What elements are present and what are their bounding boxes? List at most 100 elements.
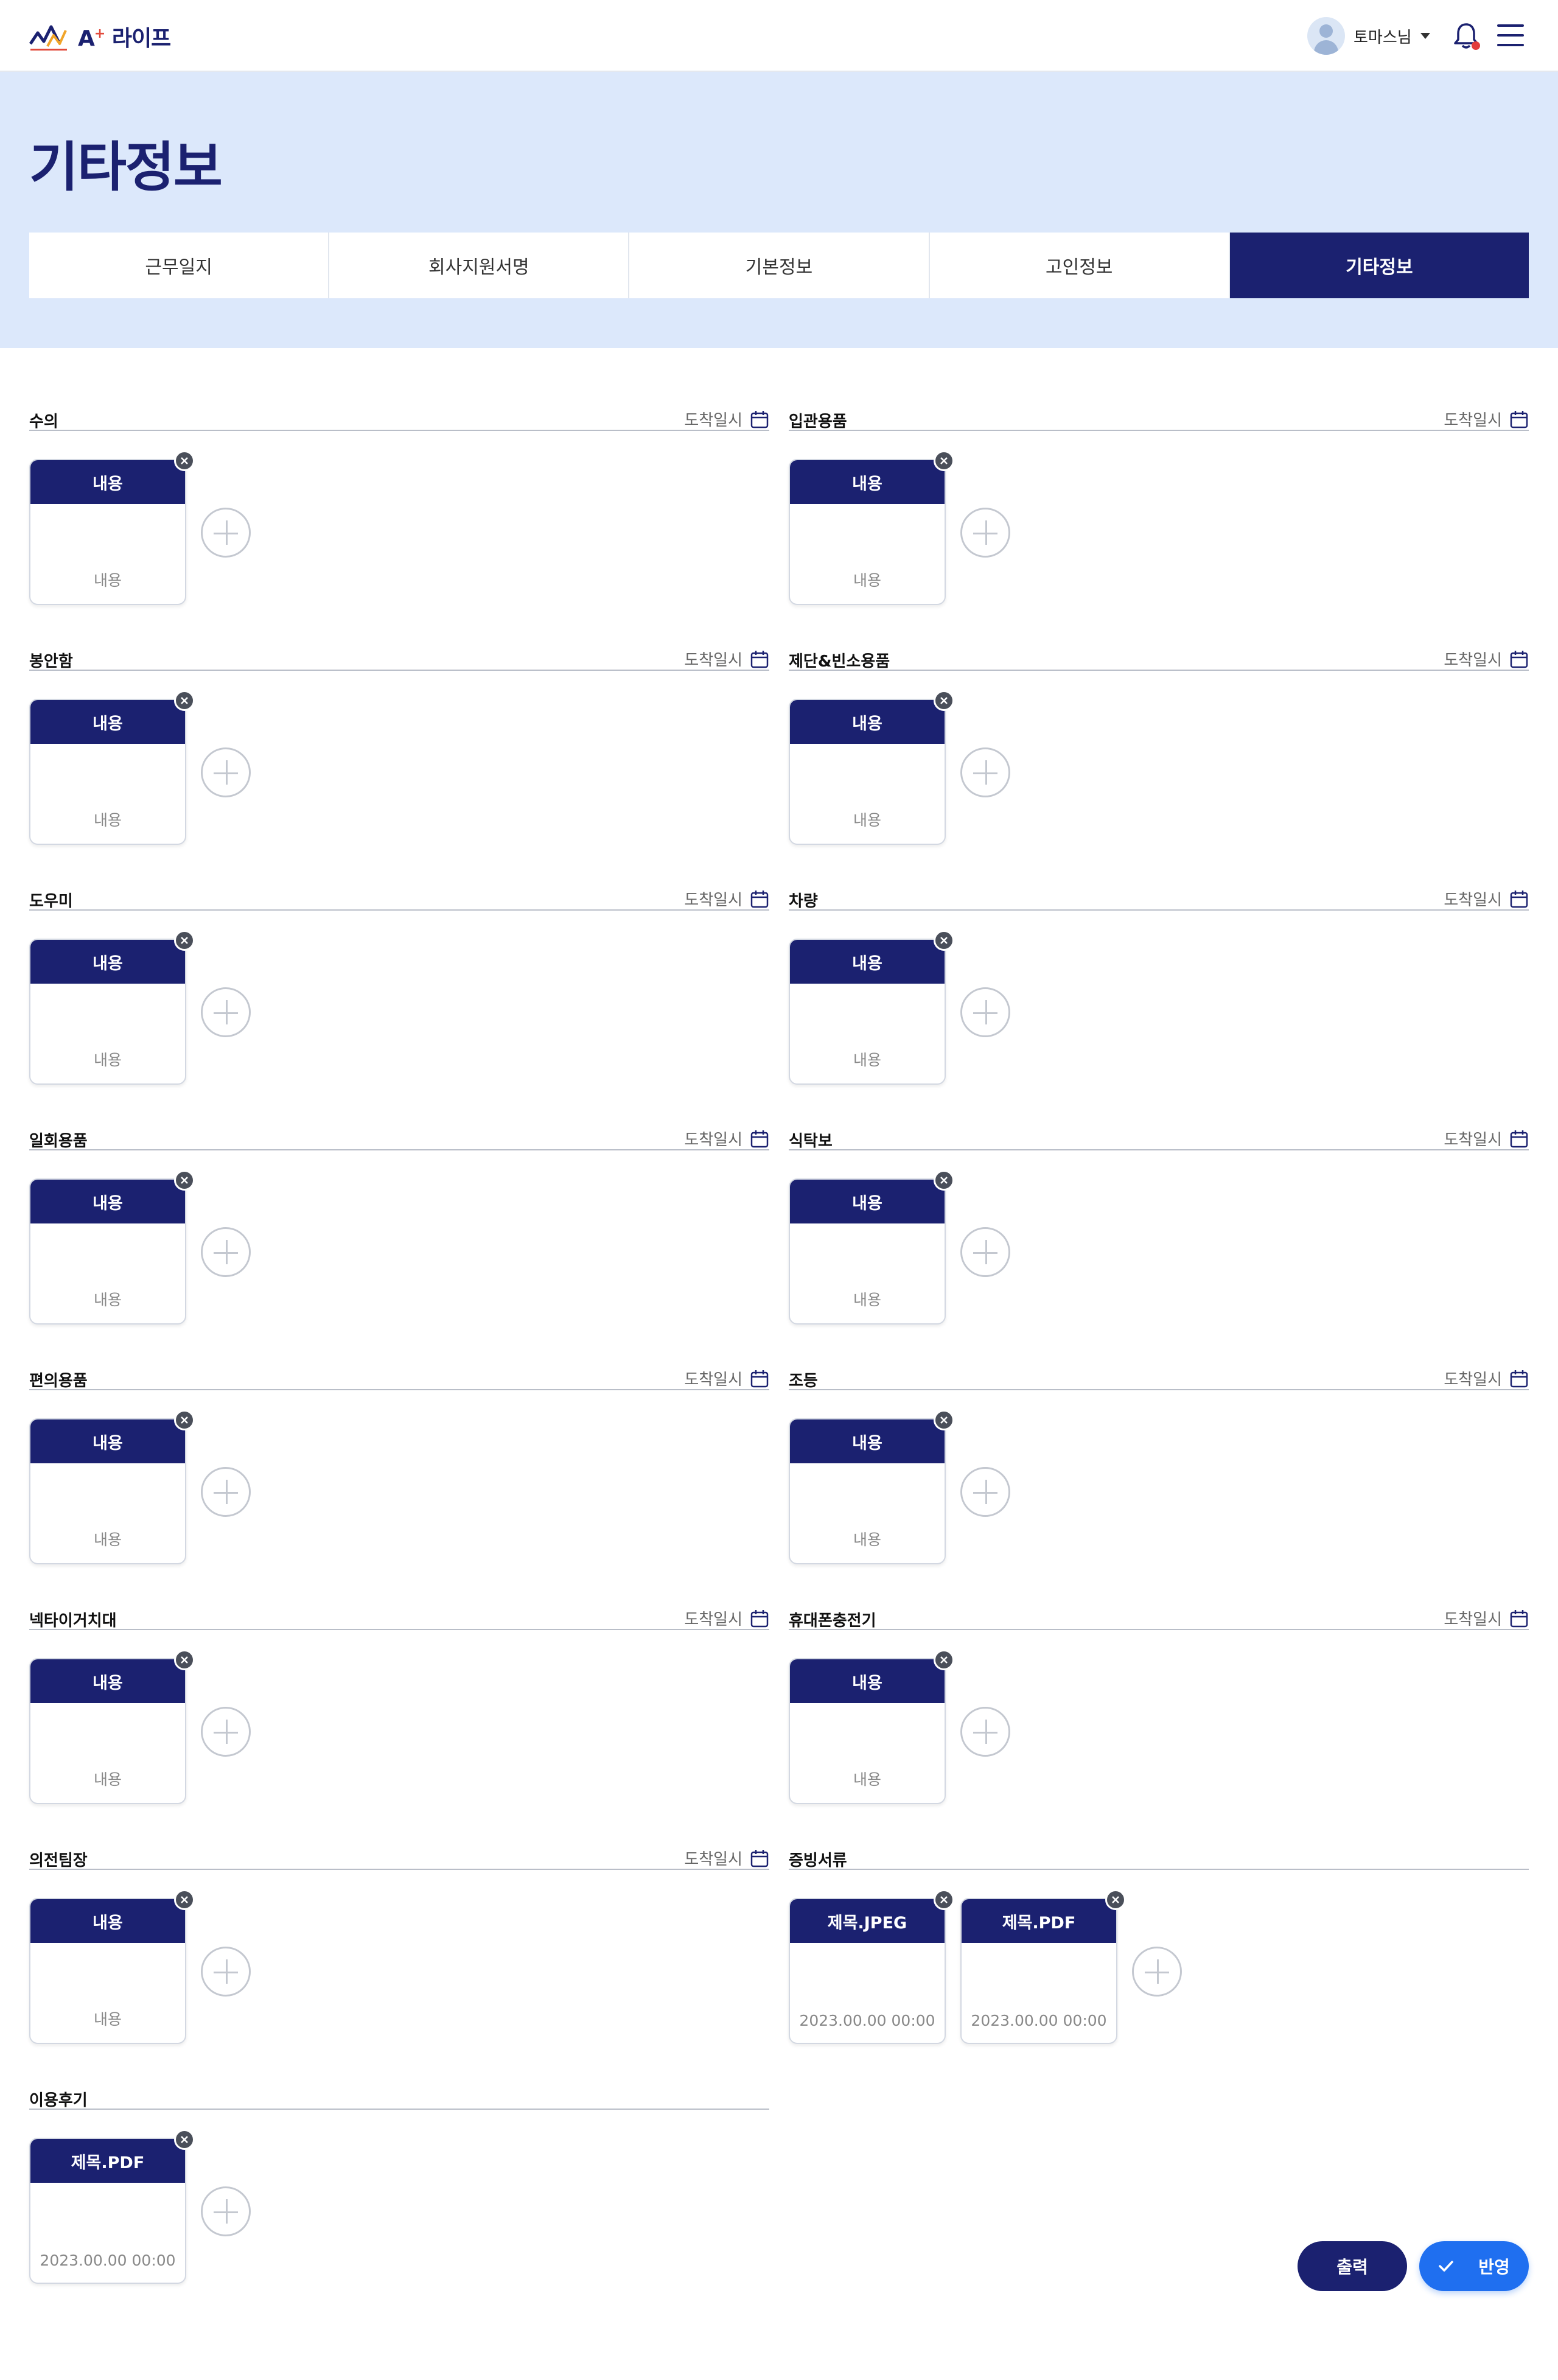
page-hero: 기타정보 근무일지 회사지원서명 기본정보 고인정보 기타정보 — [0, 72, 1558, 348]
arrival-date-picker[interactable]: 도착일시 — [684, 887, 769, 910]
close-icon — [181, 457, 188, 464]
arrival-date-picker[interactable]: 도착일시 — [1444, 1127, 1529, 1150]
apply-button[interactable]: 반영 — [1419, 2241, 1529, 2291]
add-item-button[interactable] — [201, 1947, 251, 1997]
section-title: 식탁보 — [789, 1132, 833, 1150]
item-card[interactable]: 내용 내용 — [29, 1170, 195, 1325]
arrival-date-picker[interactable]: 도착일시 — [684, 648, 769, 670]
arrival-date-picker[interactable]: 도착일시 — [1444, 408, 1529, 430]
item-card[interactable]: 내용 내용 — [789, 1410, 954, 1564]
item-card[interactable]: 내용 내용 — [789, 1170, 954, 1325]
calendar-icon — [750, 1849, 769, 1867]
tab-deceased-info[interactable]: 고인정보 — [929, 233, 1230, 298]
document-card[interactable]: 제목.PDF 2023.00.00 00:00 — [29, 2129, 195, 2284]
item-card[interactable]: 내용 내용 — [29, 1410, 195, 1564]
tab-work-log[interactable]: 근무일지 — [29, 233, 330, 298]
card-title: 내용 — [790, 1659, 945, 1703]
remove-card-button[interactable] — [934, 1650, 954, 1670]
section-lantern: 조등 도착일시 내용 내용 — [789, 1363, 1529, 1595]
remove-card-button[interactable] — [934, 930, 954, 951]
add-item-button[interactable] — [960, 747, 1010, 797]
add-item-button[interactable] — [201, 747, 251, 797]
card-title: 내용 — [30, 700, 185, 744]
hamburger-menu-icon[interactable] — [1497, 24, 1524, 46]
close-icon — [181, 1656, 188, 1664]
remove-card-button[interactable] — [174, 1889, 195, 1910]
item-card[interactable]: 내용 내용 — [29, 1650, 195, 1804]
close-icon — [940, 1896, 948, 1903]
add-item-button[interactable] — [960, 1227, 1010, 1277]
document-card[interactable]: 제목.PDF 2023.00.00 00:00 — [960, 1889, 1126, 2044]
card-body: 내용 — [93, 1051, 122, 1069]
card-body: 내용 — [93, 1771, 122, 1788]
remove-card-button[interactable] — [174, 930, 195, 951]
remove-card-button[interactable] — [174, 2129, 195, 2150]
card-body: 내용 — [853, 811, 881, 829]
arrival-date-picker[interactable]: 도착일시 — [684, 408, 769, 430]
calendar-icon — [1510, 890, 1528, 908]
close-icon — [181, 2136, 188, 2143]
document-card[interactable]: 제목.JPEG 2023.00.00 00:00 — [789, 1889, 954, 2044]
print-button-label: 출력 — [1336, 2257, 1368, 2277]
section-title: 조등 — [789, 1372, 818, 1390]
remove-card-button[interactable] — [934, 1170, 954, 1191]
card-title: 내용 — [30, 1659, 185, 1703]
item-card[interactable]: 내용 내용 — [29, 690, 195, 845]
add-item-button[interactable] — [960, 1467, 1010, 1517]
add-item-button[interactable] — [201, 508, 251, 558]
remove-card-button[interactable] — [174, 1410, 195, 1430]
arrival-date-label: 도착일시 — [684, 411, 742, 430]
arrival-date-picker[interactable]: 도착일시 — [1444, 887, 1529, 910]
add-item-button[interactable] — [201, 2186, 251, 2236]
add-item-button[interactable] — [960, 987, 1010, 1037]
item-card[interactable]: 내용 내용 — [29, 930, 195, 1085]
item-card[interactable]: 내용 내용 — [789, 930, 954, 1085]
add-item-button[interactable] — [960, 508, 1010, 558]
tab-company-signature[interactable]: 회사지원서명 — [329, 233, 630, 298]
section-title: 이용후기 — [29, 2091, 88, 2110]
arrival-date-picker[interactable]: 도착일시 — [1444, 648, 1529, 670]
card-body: 내용 — [93, 1291, 122, 1309]
item-card[interactable]: 내용 내용 — [789, 690, 954, 845]
item-card[interactable]: 내용 내용 — [789, 450, 954, 605]
add-item-button[interactable] — [960, 1707, 1010, 1757]
arrival-date-picker[interactable]: 도착일시 — [684, 1367, 769, 1390]
remove-card-button[interactable] — [174, 1170, 195, 1191]
remove-card-button[interactable] — [1105, 1889, 1126, 1910]
section-urn: 봉안함 도착일시 내용 내용 — [29, 644, 769, 875]
arrival-date-label: 도착일시 — [684, 1611, 742, 1629]
close-icon — [181, 1416, 188, 1424]
print-button[interactable]: 출력 — [1298, 2241, 1407, 2291]
avatar — [1307, 17, 1345, 55]
remove-card-button[interactable] — [174, 1650, 195, 1670]
item-card[interactable]: 내용 내용 — [789, 1650, 954, 1804]
tab-other-info[interactable]: 기타정보 — [1229, 233, 1529, 298]
item-card[interactable]: 내용 내용 — [29, 1889, 195, 2044]
remove-card-button[interactable] — [934, 1410, 954, 1430]
add-item-button[interactable] — [1132, 1947, 1182, 1997]
section-vehicle: 차량 도착일시 내용 내용 — [789, 884, 1529, 1115]
item-card[interactable]: 내용 내용 — [29, 450, 195, 605]
caret-down-icon — [1420, 33, 1430, 39]
add-item-button[interactable] — [201, 1467, 251, 1517]
remove-card-button[interactable] — [174, 450, 195, 471]
arrival-date-picker[interactable]: 도착일시 — [1444, 1607, 1529, 1629]
add-item-button[interactable] — [201, 1707, 251, 1757]
arrival-date-picker[interactable]: 도착일시 — [684, 1847, 769, 1869]
user-menu[interactable]: 토마스님 — [1307, 17, 1430, 55]
notification-button[interactable] — [1451, 21, 1481, 51]
tab-basic-info[interactable]: 기본정보 — [629, 233, 930, 298]
remove-card-button[interactable] — [934, 690, 954, 711]
arrival-date-picker[interactable]: 도착일시 — [684, 1127, 769, 1150]
add-item-button[interactable] — [201, 987, 251, 1037]
add-item-button[interactable] — [201, 1227, 251, 1277]
calendar-icon — [750, 1609, 769, 1627]
card-body: 내용 — [93, 572, 122, 589]
logo[interactable]: A+ 라이프 — [29, 18, 171, 55]
arrival-date-picker[interactable]: 도착일시 — [1444, 1367, 1529, 1390]
remove-card-button[interactable] — [934, 450, 954, 471]
remove-card-button[interactable] — [174, 690, 195, 711]
section-helper: 도우미 도착일시 내용 내용 — [29, 884, 769, 1115]
arrival-date-picker[interactable]: 도착일시 — [684, 1607, 769, 1629]
remove-card-button[interactable] — [934, 1889, 954, 1910]
